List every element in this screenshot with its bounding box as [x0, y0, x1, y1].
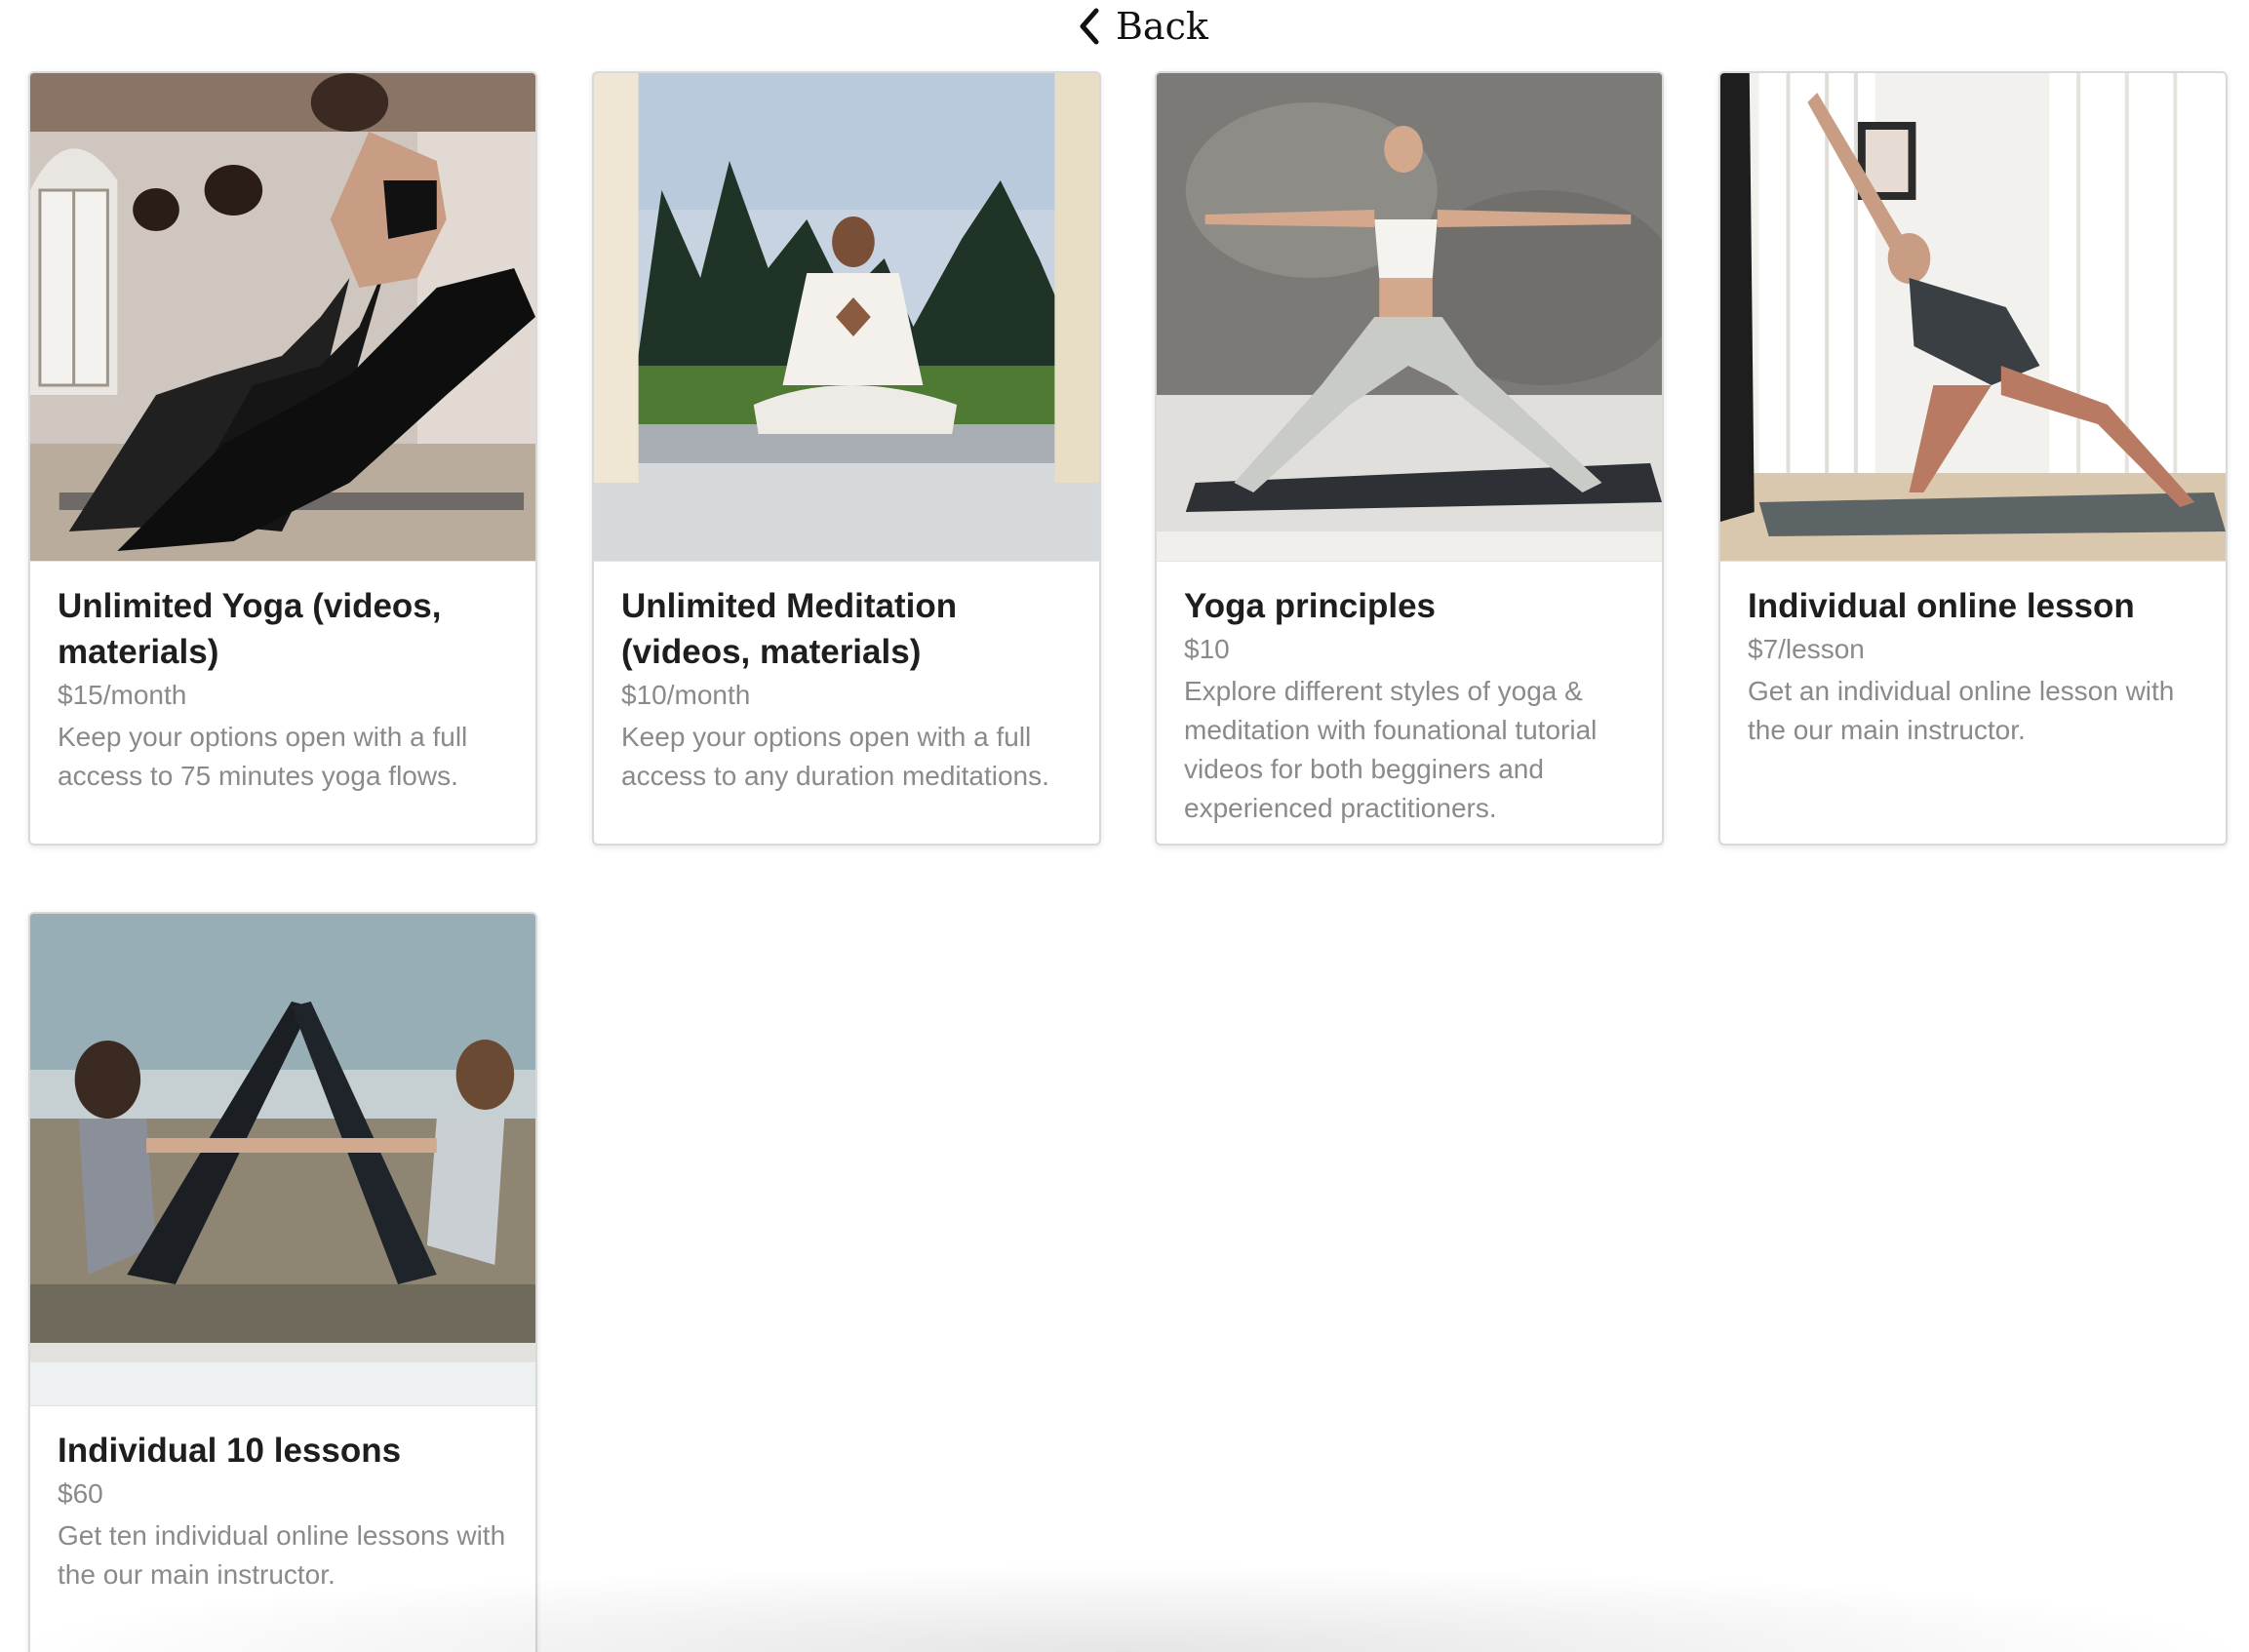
warrior-pose-photo	[1157, 73, 1662, 562]
product-description: Keep your options open with a full acces…	[58, 722, 468, 791]
product-description: Explore different styles of yoga & medit…	[1184, 676, 1598, 823]
product-title: Unlimited Meditation (videos, materials)	[621, 587, 958, 671]
card-body: Yoga principles $10 Explore different st…	[1157, 562, 1662, 844]
yoga-class-photo	[30, 73, 535, 562]
card-body: Unlimited Meditation (videos, materials)…	[594, 562, 1099, 821]
product-card-unlimited-yoga[interactable]: Unlimited Yoga (videos, materials) $15/m…	[28, 71, 537, 846]
back-button[interactable]: Back	[1077, 2, 1208, 51]
meditation-photo	[594, 73, 1099, 562]
product-price: $10/month	[621, 680, 751, 710]
product-title: Yoga principles	[1184, 587, 1437, 625]
product-description: Get ten individual online lessons with t…	[58, 1520, 506, 1590]
card-body: Unlimited Yoga (videos, materials) $15/m…	[30, 562, 535, 821]
product-price: $7/lesson	[1748, 634, 1865, 664]
back-label: Back	[1116, 5, 1208, 48]
card-body: Individual 10 lessons $60 Get ten indivi…	[30, 1406, 535, 1620]
product-price: $10	[1184, 634, 1230, 664]
partner-yoga-beach-photo	[30, 914, 535, 1406]
product-description: Get an individual online lesson with the…	[1748, 676, 2175, 745]
chevron-left-icon	[1077, 5, 1102, 48]
product-title: Individual online lesson	[1748, 587, 2135, 625]
product-card-yoga-principles[interactable]: Yoga principles $10 Explore different st…	[1155, 71, 1664, 846]
product-card-individual-online-lesson[interactable]: Individual online lesson $7/lesson Get a…	[1718, 71, 2228, 846]
product-card-unlimited-meditation[interactable]: Unlimited Meditation (videos, materials)…	[592, 71, 1101, 846]
card-body: Individual online lesson $7/lesson Get a…	[1720, 562, 2226, 775]
product-price: $60	[58, 1478, 103, 1509]
product-description: Keep your options open with a full acces…	[621, 722, 1049, 791]
product-card-individual-10-lessons[interactable]: Individual 10 lessons $60 Get ten indivi…	[28, 912, 537, 1652]
product-title: Unlimited Yoga (videos, materials)	[58, 587, 442, 671]
product-title: Individual 10 lessons	[58, 1432, 402, 1470]
instructor-assist-photo	[1720, 73, 2226, 562]
product-price: $15/month	[58, 680, 187, 710]
